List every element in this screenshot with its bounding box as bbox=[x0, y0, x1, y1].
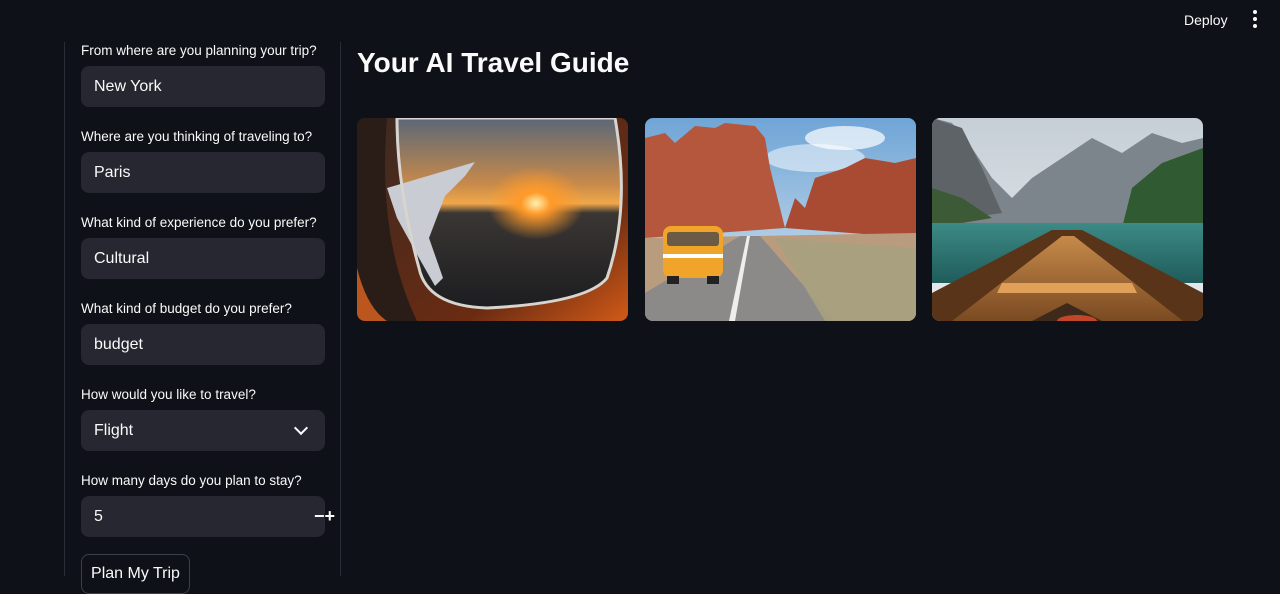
van-on-desert-road-image bbox=[645, 118, 916, 321]
days-field-group: How many days do you plan to stay? − + bbox=[81, 472, 335, 537]
more-vertical-icon[interactable] bbox=[1244, 8, 1266, 30]
days-stepper: − + bbox=[81, 496, 335, 537]
chevron-down-icon bbox=[293, 420, 309, 436]
days-label: How many days do you plan to stay? bbox=[81, 473, 302, 488]
destination-field-group: Where are you thinking of traveling to? bbox=[81, 128, 325, 193]
origin-field-group: From where are you planning your trip? bbox=[81, 42, 325, 107]
plan-my-trip-button[interactable]: Plan My Trip bbox=[81, 554, 190, 594]
increment-button[interactable]: + bbox=[325, 496, 336, 537]
budget-input[interactable] bbox=[81, 324, 325, 365]
sidebar: From where are you planning your trip? W… bbox=[64, 42, 341, 594]
travel-mode-selected: Flight bbox=[94, 422, 134, 439]
budget-label: What kind of budget do you prefer? bbox=[81, 301, 292, 316]
decrement-button[interactable]: − bbox=[314, 496, 325, 537]
origin-input[interactable] bbox=[81, 66, 325, 107]
experience-field-group: What kind of experience do you prefer? bbox=[81, 214, 325, 279]
experience-input[interactable] bbox=[81, 238, 325, 279]
top-bar: Deploy bbox=[0, 0, 1280, 40]
budget-field-group: What kind of budget do you prefer? bbox=[81, 300, 325, 365]
deploy-button[interactable]: Deploy bbox=[1176, 9, 1236, 31]
travel-mode-label: How would you like to travel? bbox=[81, 387, 256, 402]
experience-label: What kind of experience do you prefer? bbox=[81, 215, 317, 230]
travel-mode-select[interactable]: Flight bbox=[81, 410, 325, 451]
airplane-window-sunset-image bbox=[357, 118, 628, 321]
page-title: Your AI Travel Guide bbox=[357, 47, 630, 78]
destination-input[interactable] bbox=[81, 152, 325, 193]
boat-on-mountain-lake-image bbox=[932, 118, 1203, 321]
travel-mode-field-group: How would you like to travel? Flight bbox=[81, 386, 325, 451]
destination-label: Where are you thinking of traveling to? bbox=[81, 129, 313, 144]
days-input[interactable] bbox=[81, 496, 314, 537]
origin-label: From where are you planning your trip? bbox=[81, 43, 317, 58]
